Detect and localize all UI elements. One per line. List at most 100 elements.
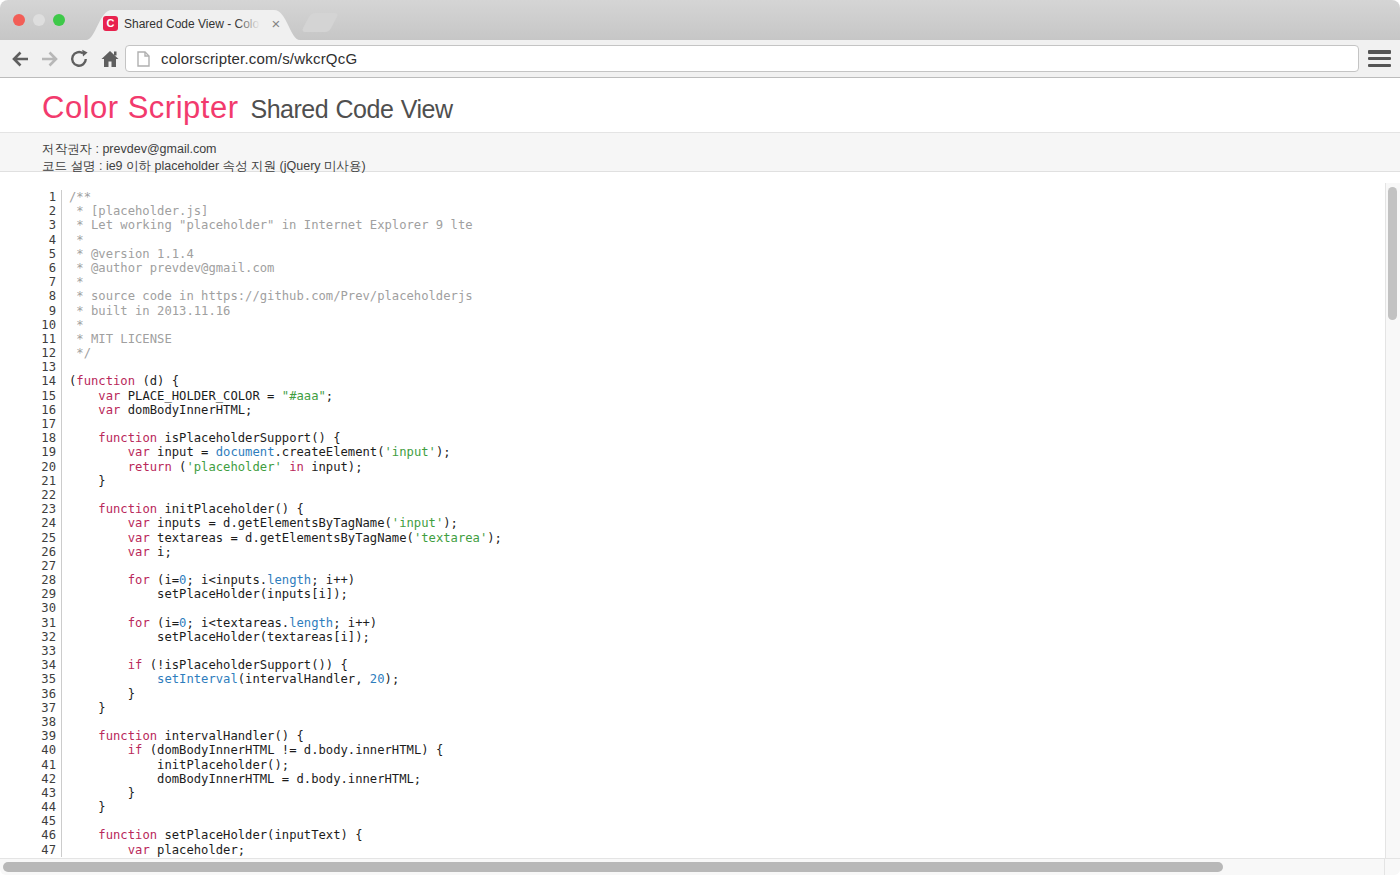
line-number: 30 bbox=[0, 601, 56, 615]
line-number: 26 bbox=[0, 545, 56, 559]
code-info-bar: 저작권자 : prevdev@gmail.com 코드 설명 : ie9 이하 … bbox=[0, 133, 1400, 172]
code-line: * [placeholder.js] bbox=[69, 204, 502, 218]
web-page: Color Scripter Shared Code View 저작권자 : pr… bbox=[0, 78, 1400, 875]
vertical-scrollbar-thumb[interactable] bbox=[1388, 187, 1397, 320]
code-line: var i; bbox=[69, 545, 502, 559]
menu-bar bbox=[1368, 50, 1391, 54]
line-number: 27 bbox=[0, 559, 56, 573]
code-line: * bbox=[69, 318, 502, 332]
window-zoom-button[interactable] bbox=[53, 14, 65, 26]
line-number: 20 bbox=[0, 460, 56, 474]
line-number: 21 bbox=[0, 474, 56, 488]
line-number: 16 bbox=[0, 403, 56, 417]
code-line: } bbox=[69, 687, 502, 701]
browser-toolbar: colorscripter.com/s/wkcrQcG bbox=[0, 40, 1400, 78]
page-icon bbox=[137, 51, 150, 67]
code-description: 코드 설명 : ie9 이하 placeholder 속성 지원 (jQuery… bbox=[42, 158, 366, 175]
menu-button[interactable] bbox=[1368, 50, 1391, 71]
line-number: 31 bbox=[0, 616, 56, 630]
line-number: 1 bbox=[0, 190, 56, 204]
code-line: var placeholder; bbox=[69, 843, 502, 857]
code-line: for (i=0; i<inputs.length; i++) bbox=[69, 573, 502, 587]
code-line: if (!isPlaceholderSupport()) { bbox=[69, 658, 502, 672]
code-line: setPlaceHolder(inputs[i]); bbox=[69, 587, 502, 601]
code-line: setPlaceHolder(textareas[i]); bbox=[69, 630, 502, 644]
line-number: 42 bbox=[0, 772, 56, 786]
line-number: 10 bbox=[0, 318, 56, 332]
code-line: var PLACE_HOLDER_COLOR = "#aaa"; bbox=[69, 389, 502, 403]
line-number: 4 bbox=[0, 233, 56, 247]
code-line bbox=[69, 644, 502, 658]
tab-strip: C Shared Code View - Color S × bbox=[0, 0, 1400, 40]
line-number: 24 bbox=[0, 516, 56, 530]
window-close-button[interactable] bbox=[13, 14, 25, 26]
code-line bbox=[69, 601, 502, 615]
line-number: 44 bbox=[0, 800, 56, 814]
line-number: 46 bbox=[0, 828, 56, 842]
code-line: function isPlaceholderSupport() { bbox=[69, 431, 502, 445]
menu-bar bbox=[1368, 57, 1391, 61]
code-line: var textareas = d.getElementsByTagName('… bbox=[69, 531, 502, 545]
line-number: 19 bbox=[0, 445, 56, 459]
browser-tab[interactable]: C Shared Code View - Color S × bbox=[86, 8, 300, 40]
code-line: var inputs = d.getElementsByTagName('inp… bbox=[69, 516, 502, 530]
line-number: 35 bbox=[0, 672, 56, 686]
code-line: } bbox=[69, 800, 502, 814]
page-title: Shared Code View bbox=[251, 95, 453, 123]
code-line: * built in 2013.11.16 bbox=[69, 304, 502, 318]
code-author: 저작권자 : prevdev@gmail.com bbox=[42, 141, 217, 158]
url-text: colorscripter.com/s/wkcrQcG bbox=[161, 50, 357, 67]
line-number: 2 bbox=[0, 204, 56, 218]
back-button[interactable] bbox=[10, 49, 30, 69]
code-line: * bbox=[69, 275, 502, 289]
brand-title[interactable]: Color Scripter bbox=[42, 90, 239, 125]
tab-title-fade bbox=[236, 17, 266, 33]
code-line: initPlaceholder(); bbox=[69, 758, 502, 772]
forward-button[interactable] bbox=[40, 49, 60, 69]
line-number: 25 bbox=[0, 531, 56, 545]
line-number: 14 bbox=[0, 374, 56, 388]
line-number: 9 bbox=[0, 304, 56, 318]
line-number: 17 bbox=[0, 417, 56, 431]
code-line: domBodyInnerHTML = d.body.innerHTML; bbox=[69, 772, 502, 786]
code-line: setInterval(intervalHandler, 20); bbox=[69, 672, 502, 686]
line-number: 13 bbox=[0, 360, 56, 374]
horizontal-scrollbar-thumb[interactable] bbox=[3, 862, 1223, 872]
home-button[interactable] bbox=[100, 49, 120, 69]
vertical-scrollbar[interactable] bbox=[1385, 183, 1400, 858]
code-line bbox=[69, 417, 502, 431]
code-line bbox=[69, 559, 502, 573]
line-number: 45 bbox=[0, 814, 56, 828]
code-viewer: 1234567891011121314151617181920212223242… bbox=[0, 183, 1385, 858]
line-number: 23 bbox=[0, 502, 56, 516]
window-minimize-button[interactable] bbox=[33, 14, 45, 26]
tab-close-icon[interactable]: × bbox=[268, 16, 284, 32]
browser-window: C Shared Code View - Color S × colorscri bbox=[0, 0, 1400, 875]
code-line: function intervalHandler() { bbox=[69, 729, 502, 743]
line-number: 8 bbox=[0, 289, 56, 303]
code-line bbox=[69, 488, 502, 502]
code-line: for (i=0; i<textareas.length; i++) bbox=[69, 616, 502, 630]
line-number: 47 bbox=[0, 843, 56, 857]
code-line: var domBodyInnerHTML; bbox=[69, 403, 502, 417]
address-bar[interactable]: colorscripter.com/s/wkcrQcG bbox=[125, 45, 1359, 72]
code-lines: /** * [placeholder.js] * Let working "pl… bbox=[62, 190, 502, 857]
code-line: * source code in https://github.com/Prev… bbox=[69, 289, 502, 303]
scrollbar-corner bbox=[1384, 859, 1400, 875]
code-line: if (domBodyInnerHTML != d.body.innerHTML… bbox=[69, 743, 502, 757]
code-line: } bbox=[69, 786, 502, 800]
line-number: 39 bbox=[0, 729, 56, 743]
horizontal-scrollbar[interactable] bbox=[0, 858, 1400, 875]
new-tab-button[interactable] bbox=[301, 13, 339, 32]
line-number: 33 bbox=[0, 644, 56, 658]
code-line: (function (d) { bbox=[69, 374, 502, 388]
site-favicon: C bbox=[103, 16, 118, 31]
code-line: * @author prevdev@gmail.com bbox=[69, 261, 502, 275]
code-line: return ('placeholder' in input); bbox=[69, 460, 502, 474]
line-number: 3 bbox=[0, 218, 56, 232]
line-number: 22 bbox=[0, 488, 56, 502]
line-number: 28 bbox=[0, 573, 56, 587]
menu-bar bbox=[1368, 64, 1391, 68]
code-line: } bbox=[69, 701, 502, 715]
reload-button[interactable] bbox=[69, 49, 89, 69]
